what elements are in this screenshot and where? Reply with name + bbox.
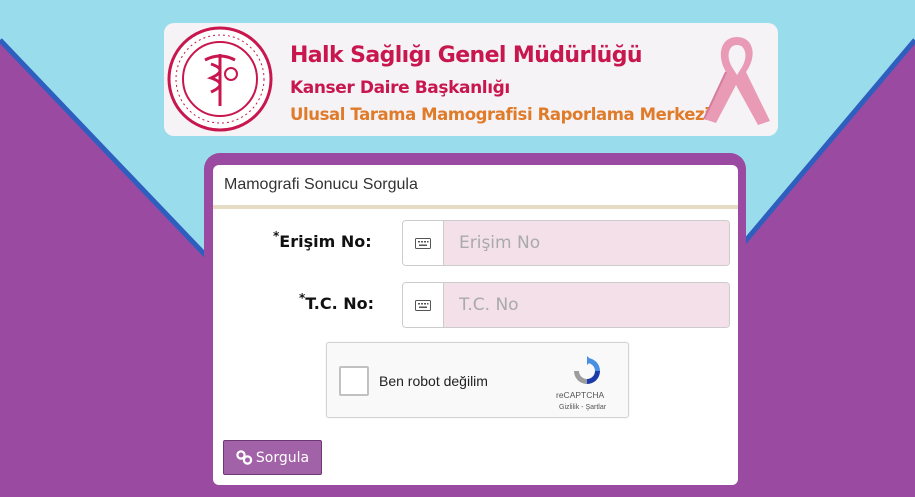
banner-title: Halk Sağlığı Genel Müdürlüğü — [290, 43, 643, 68]
recaptcha-checkbox[interactable] — [339, 366, 369, 396]
panel-title: Mamografi Sonucu Sorgula — [213, 165, 738, 209]
banner-center-name: Ulusal Tarama Mamografisi Raporlama Merk… — [290, 105, 710, 124]
keyboard-icon — [403, 221, 444, 265]
recaptcha-widget: Ben robot değilim reCAPTCHA Gizlilik - Ş… — [326, 342, 629, 418]
query-panel: Mamografi Sonucu Sorgula *Erişim No: *T.… — [213, 165, 738, 485]
submit-query-button[interactable]: Sorgula — [223, 440, 322, 475]
access-no-input[interactable] — [444, 221, 729, 265]
access-no-label: *Erişim No: — [273, 229, 372, 251]
tc-no-label: *T.C. No: — [299, 291, 375, 313]
recaptcha-links[interactable]: Gizlilik - Şartlar — [559, 404, 606, 411]
banner-subtitle: Kanser Daire Başkanlığı — [290, 78, 510, 98]
required-mark: * — [299, 291, 306, 305]
header-banner: Halk Sağlığı Genel Müdürlüğü Kanser Dair… — [164, 23, 778, 136]
recaptcha-icon — [574, 356, 600, 384]
tc-no-group — [402, 282, 730, 328]
submit-button-label: Sorgula — [255, 449, 310, 466]
pink-ribbon-icon — [703, 37, 770, 125]
recaptcha-label: Ben robot değilim — [379, 373, 488, 389]
tc-no-input[interactable] — [444, 283, 729, 327]
recaptcha-brand: reCAPTCHA — [556, 390, 605, 400]
ministry-seal-icon — [167, 26, 273, 132]
link-icon — [236, 450, 253, 465]
keyboard-icon — [403, 283, 444, 327]
required-mark: * — [273, 229, 280, 243]
access-no-group — [402, 220, 730, 266]
